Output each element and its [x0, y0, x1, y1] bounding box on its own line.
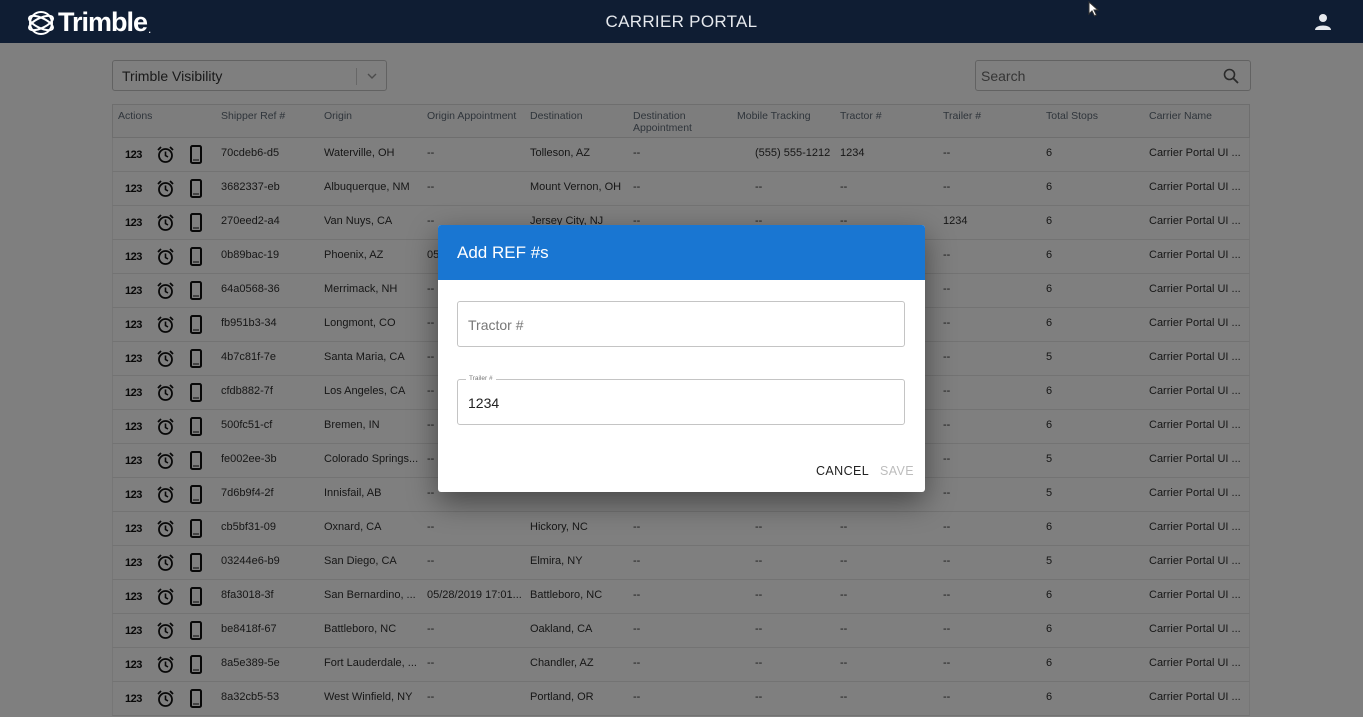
add-ref-dialog: Add REF #s Trailer # CANCEL SAVE [438, 225, 925, 492]
dialog-header: Add REF #s [438, 225, 925, 280]
save-button[interactable]: SAVE [880, 464, 914, 478]
cancel-button[interactable]: CANCEL [816, 464, 869, 478]
trailer-field[interactable]: Trailer # [457, 375, 905, 425]
tractor-field[interactable] [457, 301, 905, 347]
dialog-title: Add REF #s [457, 243, 549, 262]
user-account-icon[interactable] [1313, 12, 1333, 32]
mouse-cursor-icon [1088, 1, 1100, 17]
top-bar: Trimble . CARRIER PORTAL [0, 0, 1363, 43]
tractor-input[interactable] [468, 315, 888, 335]
trailer-field-label: Trailer # [466, 375, 496, 383]
app-title: CARRIER PORTAL [605, 12, 758, 31]
trailer-input[interactable] [468, 393, 888, 413]
